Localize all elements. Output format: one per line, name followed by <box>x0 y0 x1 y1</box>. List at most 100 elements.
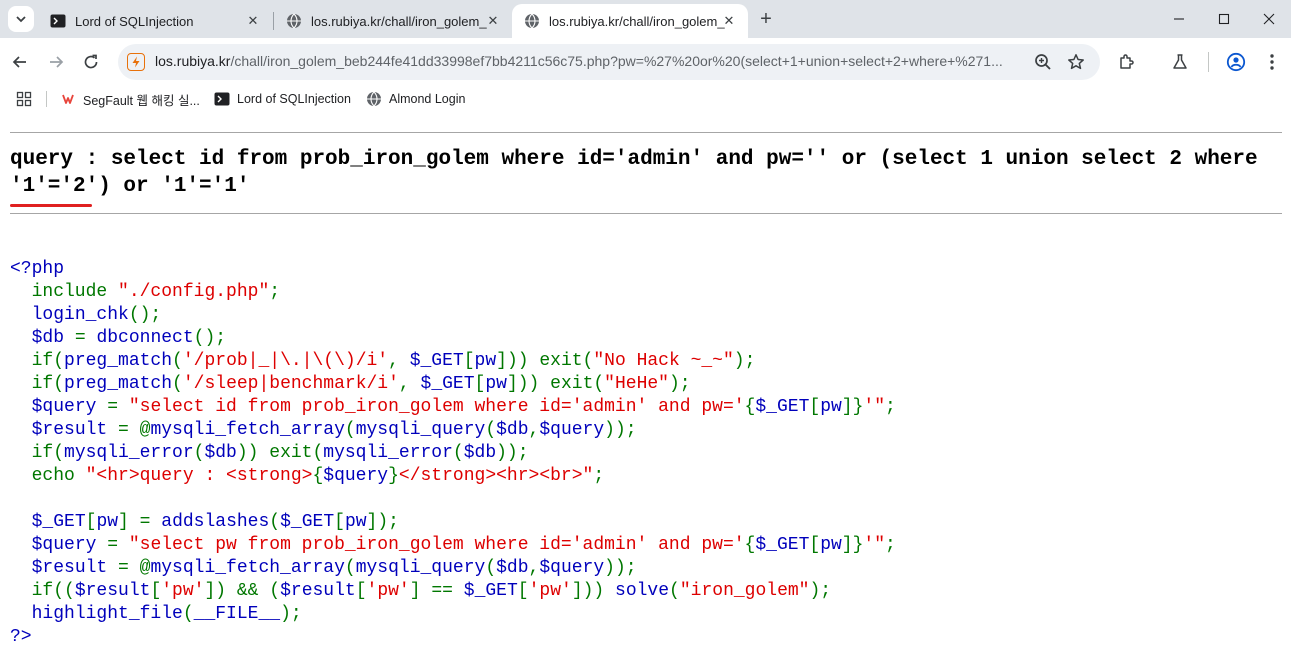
tab-iron-golem-1[interactable]: los.rubiya.kr/chall/iron_golem_ ✕ <box>274 4 512 38</box>
code-token-default: $db <box>463 443 497 463</box>
code-token-keyword: ; <box>885 397 896 417</box>
reload-icon <box>84 54 98 69</box>
new-tab-button[interactable]: + <box>755 8 777 30</box>
code-token-default: $query <box>539 558 605 578</box>
close-icon[interactable]: ✕ <box>484 12 502 30</box>
minimize-icon <box>1174 18 1184 20</box>
code-line: $result = @mysqli_fetch_array(mysqli_que… <box>10 557 1280 580</box>
php-source-code: <?php include "./config.php"; login_chk(… <box>10 258 1280 649</box>
code-line: if(preg_match('/prob|_|\.|\(\)/i', $_GET… <box>10 350 1280 373</box>
reload-button[interactable] <box>77 48 105 76</box>
close-icon[interactable]: ✕ <box>244 12 262 30</box>
code-token-default: <?php <box>10 259 65 279</box>
code-token-default: $result <box>31 558 119 578</box>
code-line: if(preg_match('/sleep|benchmark/i', $_GE… <box>10 373 1280 396</box>
code-token-string: "<hr>query : <strong> <box>85 466 313 486</box>
tab-lord-of-sqlinjection[interactable]: Lord of SQLInjection ✕ <box>38 4 272 38</box>
close-window-button[interactable] <box>1247 0 1291 38</box>
bookmark-label: Almond Login <box>389 92 466 106</box>
maximize-button[interactable] <box>1202 0 1246 38</box>
code-token-default: $_GET <box>755 535 810 555</box>
code-token-keyword: ( <box>182 604 194 624</box>
code-token-default: mysqli_error <box>64 443 194 463</box>
code-token-keyword: ); <box>809 581 832 601</box>
code-token-default: highlight_file <box>31 604 183 624</box>
code-token-keyword: { <box>744 535 756 555</box>
tab-iron-golem-active[interactable]: los.rubiya.kr/chall/iron_golem_ ✕ <box>512 4 748 38</box>
code-token-string: "HeHe" <box>604 374 669 394</box>
code-line: $result = @mysqli_fetch_array(mysqli_que… <box>10 419 1280 442</box>
code-token-default: preg_match <box>64 351 173 371</box>
menu-button[interactable] <box>1260 50 1284 74</box>
address-bar[interactable]: los.rubiya.kr/chall/iron_golem_beb244fe4… <box>118 44 1100 80</box>
bookmark-almond-login[interactable]: Almond Login <box>366 90 465 108</box>
horizontal-rule <box>10 132 1282 133</box>
code-token-keyword: if( <box>10 374 65 394</box>
back-button[interactable] <box>6 48 34 76</box>
code-token-string: '/sleep|benchmark/i' <box>182 374 399 394</box>
globe-icon <box>366 91 382 107</box>
url-text[interactable]: los.rubiya.kr/chall/iron_golem_beb244fe4… <box>155 53 1023 69</box>
bookmark-label: Lord of SQLInjection <box>237 92 351 106</box>
bookmarks-bar: SegFault 웹 해킹 실... Lord of SQLInjection … <box>0 86 1291 112</box>
code-token-keyword: )); <box>604 558 637 578</box>
zoom-button[interactable] <box>1033 52 1053 72</box>
code-token-keyword: ( <box>172 351 183 371</box>
code-token-string: '" <box>863 535 886 555</box>
code-token-default: $db <box>31 328 75 348</box>
code-token-keyword: ])) exit( <box>496 351 594 371</box>
code-token-default: $query <box>323 466 389 486</box>
code-token-default: mysqli_query <box>355 558 486 578</box>
code-token-keyword: ( <box>344 420 356 440</box>
code-token-keyword: (); <box>193 328 227 348</box>
code-token-default: $_GET <box>31 512 86 532</box>
toolbar-divider <box>1208 52 1209 72</box>
profile-button[interactable] <box>1224 50 1248 74</box>
arrow-left-icon <box>12 56 26 68</box>
forward-button[interactable] <box>42 48 70 76</box>
extensions-button[interactable] <box>1115 50 1139 74</box>
code-token-default: $_GET <box>409 351 464 371</box>
query-line: query : select id from prob_iron_golem w… <box>10 148 1258 171</box>
code-line: ?> <box>10 626 1280 649</box>
code-token-default: $result <box>280 581 356 601</box>
code-token-string: 'pw' <box>366 581 410 601</box>
bookmark-star-button[interactable] <box>1066 52 1086 72</box>
close-icon[interactable]: ✕ <box>720 12 738 30</box>
code-token-keyword <box>10 604 32 624</box>
code-line: <?php <box>10 258 1280 281</box>
code-token-keyword <box>10 558 32 578</box>
code-token-keyword: ]); <box>366 512 399 532</box>
code-token-keyword: [ <box>355 581 367 601</box>
code-token-default: addslashes <box>161 512 270 532</box>
bookmark-segfault[interactable]: SegFault 웹 해킹 실... <box>60 90 200 108</box>
page-content: query : select id from prob_iron_golem w… <box>0 112 1291 670</box>
code-token-keyword: ] == <box>409 581 464 601</box>
code-token-default: $query <box>31 397 108 417</box>
code-token-default: mysqli_query <box>355 420 486 440</box>
code-token-keyword: [ <box>150 581 162 601</box>
site-info-icon[interactable] <box>127 53 145 71</box>
code-token-keyword: [ <box>463 351 475 371</box>
code-token-default: $_GET <box>280 512 335 532</box>
code-line: $query = "select pw from prob_iron_golem… <box>10 534 1280 557</box>
minimize-button[interactable] <box>1157 0 1201 38</box>
code-token-string: 'pw' <box>161 581 205 601</box>
code-token-default: $result <box>31 420 119 440</box>
code-token-keyword <box>10 328 32 348</box>
segfault-logo-icon <box>60 91 76 107</box>
code-token-keyword: )); <box>496 443 529 463</box>
profile-icon <box>1226 52 1246 72</box>
code-token-default: $db <box>496 420 529 440</box>
labs-button[interactable] <box>1168 50 1192 74</box>
apps-button[interactable] <box>16 90 32 108</box>
code-token-default: $query <box>31 535 108 555</box>
code-token-keyword: = @ <box>118 420 151 440</box>
bookmark-lord-of-sqlinjection[interactable]: Lord of SQLInjection <box>214 90 351 108</box>
tab-search-button[interactable] <box>8 6 34 32</box>
code-token-keyword <box>10 305 32 325</box>
code-token-keyword: ])) exit( <box>506 374 605 394</box>
tab-strip: Lord of SQLInjection ✕ los.rubiya.kr/cha… <box>0 0 1291 38</box>
code-line: highlight_file(__FILE__); <box>10 603 1280 626</box>
code-token-keyword: ); <box>280 604 302 624</box>
